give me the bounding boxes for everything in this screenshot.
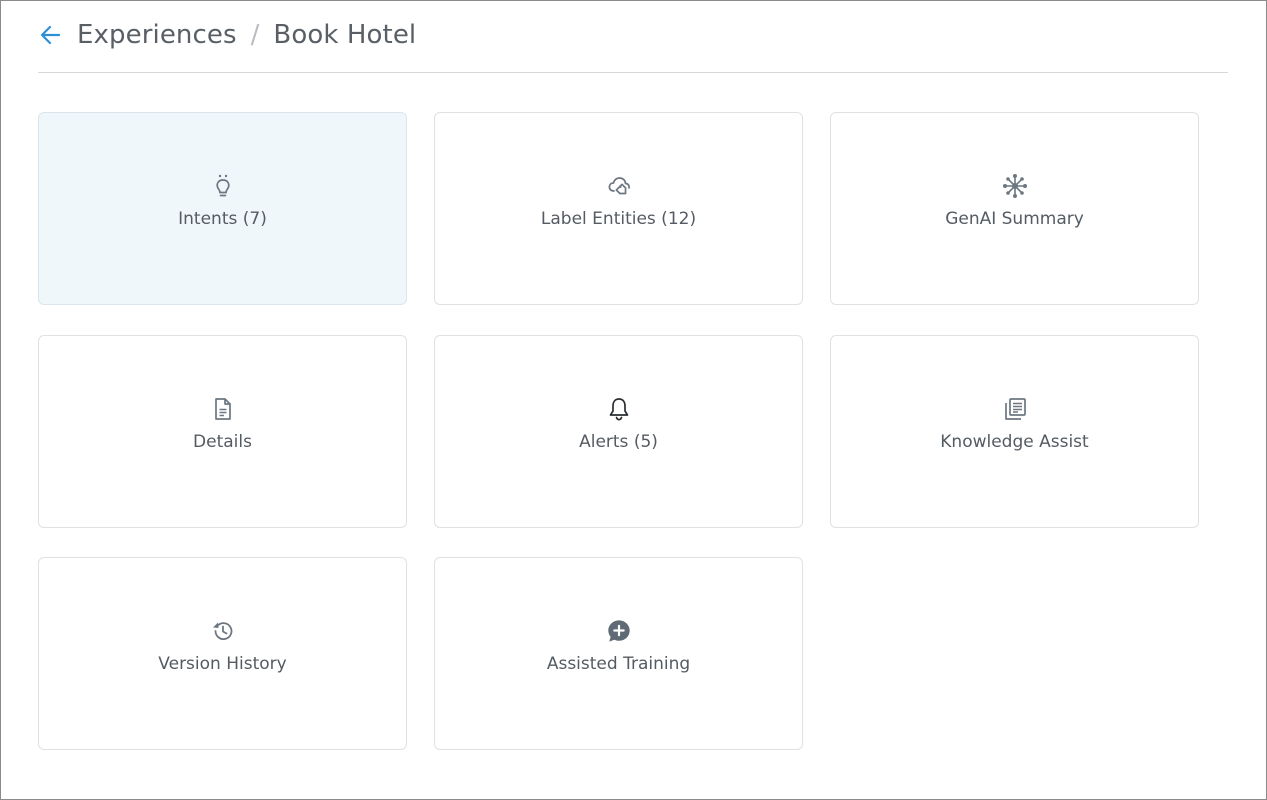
card-label: Alerts (5) xyxy=(579,432,658,452)
card-label: Details xyxy=(193,432,252,452)
card-label: Knowledge Assist xyxy=(940,432,1089,452)
card-label-entities[interactable]: Label Entities (12) xyxy=(434,112,803,305)
breadcrumb-separator: / xyxy=(250,20,260,50)
card-label: Version History xyxy=(158,654,287,674)
card-label: Assisted Training xyxy=(546,654,691,674)
card-label: Label Entities (12) xyxy=(540,209,697,229)
history-icon xyxy=(210,618,236,644)
card-label: Intents (7) xyxy=(178,209,267,229)
tag-cloud-icon xyxy=(606,173,632,199)
chat-plus-icon xyxy=(606,618,632,644)
card-alerts[interactable]: Alerts (5) xyxy=(434,335,803,528)
network-nodes-icon xyxy=(1002,173,1028,199)
card-genai-summary[interactable]: GenAI Summary xyxy=(830,112,1199,305)
back-button[interactable] xyxy=(38,23,62,47)
card-details[interactable]: Details xyxy=(38,335,407,528)
bell-icon xyxy=(606,396,632,422)
page-title: Book Hotel xyxy=(273,20,417,50)
card-label: GenAI Summary xyxy=(945,209,1084,229)
card-assisted-training[interactable]: Assisted Training xyxy=(434,557,803,750)
card-knowledge-assist[interactable]: Knowledge Assist xyxy=(830,335,1199,528)
lightbulb-icon xyxy=(210,173,236,199)
arrow-left-icon xyxy=(40,25,61,45)
card-intents[interactable]: Intents (7) xyxy=(38,112,407,305)
breadcrumb-experiences[interactable]: Experiences xyxy=(77,20,237,50)
app-frame: Experiences / Book Hotel Intents (7) Lab… xyxy=(0,0,1267,800)
document-icon xyxy=(210,396,236,422)
library-books-icon xyxy=(1002,396,1028,422)
header-divider xyxy=(38,72,1228,73)
breadcrumb-header: Experiences / Book Hotel xyxy=(38,15,416,55)
card-version-history[interactable]: Version History xyxy=(38,557,407,750)
